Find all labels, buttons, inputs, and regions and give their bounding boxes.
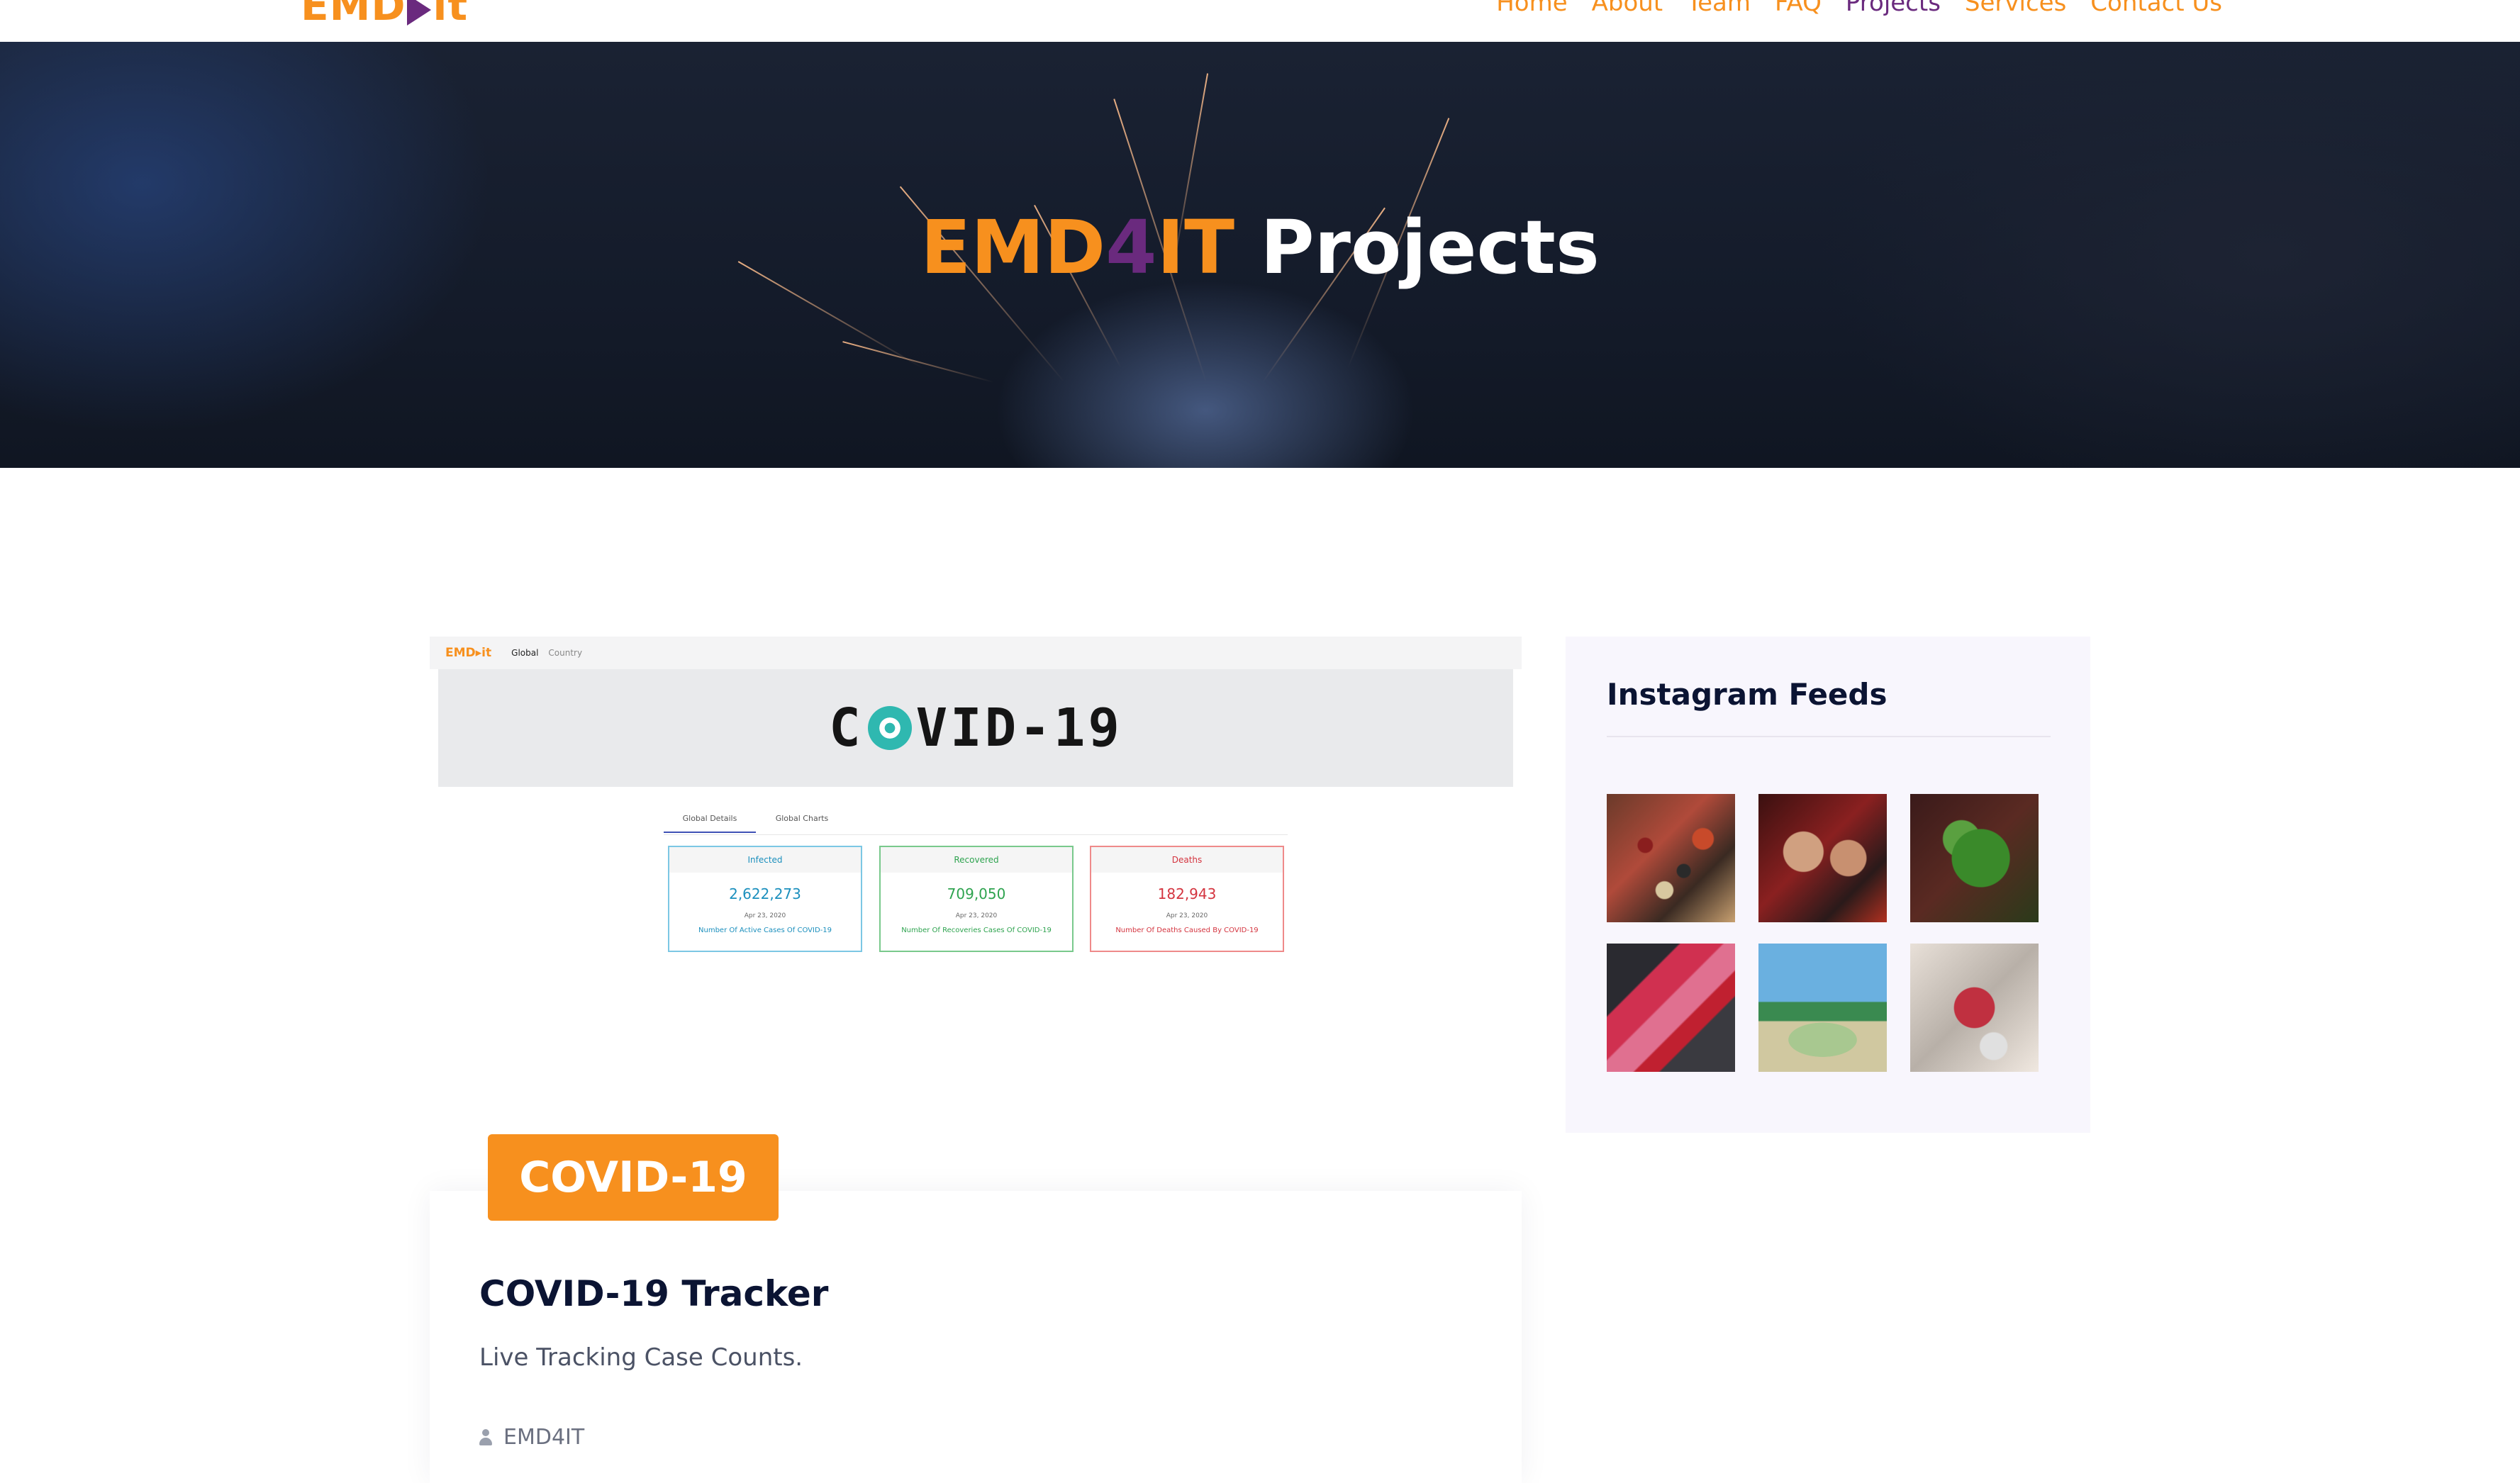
sidebar-divider (1607, 736, 2051, 737)
stat-description: Number Of Recoveries Cases Of COVID-19 (901, 927, 1052, 934)
logo-text-suffix: it (433, 0, 469, 30)
title-rest: Projects (1260, 204, 1600, 291)
instagram-image-herbs[interactable] (1910, 794, 2039, 922)
sidebar-title: Instagram Feeds (1607, 677, 1888, 712)
sidebar-instagram: Instagram Feeds (1566, 637, 2090, 1133)
screenshot-banner-title: C VID-19 (829, 698, 1122, 759)
stat-date: Apr 23, 2020 (955, 912, 998, 919)
tab-global-charts: Global Charts (775, 814, 829, 823)
author-name[interactable]: EMD4IT (503, 1423, 584, 1452)
nav-team[interactable]: Team (1687, 0, 1751, 17)
nav-faq[interactable]: FAQ (1775, 0, 1822, 17)
stat-value: 182,943 (1157, 885, 1217, 902)
stat-card-infected: Infected 2,622,273 Apr 23, 2020 Number O… (668, 846, 862, 952)
title-org-b: 4 (1105, 204, 1157, 291)
main-nav: Home About Team FAQ Projects Services Co… (1496, 0, 2222, 17)
user-icon (479, 1429, 492, 1446)
nav-contact-us[interactable]: Contact Us (2090, 0, 2222, 17)
stat-card-recovered: Recovered 709,050 Apr 23, 2020 Number Of… (879, 846, 1074, 952)
nav-services[interactable]: Services (1965, 0, 2066, 17)
tab-divider (664, 834, 1288, 835)
instagram-image-peppercorns[interactable] (1607, 794, 1735, 922)
stat-description: Number Of Deaths Caused By COVID-19 (1115, 927, 1259, 934)
hero-banner: EMD4IT Projects (0, 42, 2520, 468)
screenshot-nav-global: Global (511, 648, 539, 658)
stat-card-deaths: Deaths 182,943 Apr 23, 2020 Number Of De… (1090, 846, 1284, 952)
nav-about[interactable]: About (1592, 0, 1663, 17)
stat-value: 709,050 (947, 885, 1006, 902)
project-description: Live Tracking Case Counts. (479, 1343, 803, 1372)
instagram-image-drink[interactable] (1910, 944, 2039, 1072)
site-logo[interactable]: EMD it (301, 0, 468, 27)
instagram-image-friends[interactable] (1758, 794, 1887, 922)
screenshot-navbar: EMD▸it Global Country (430, 637, 1522, 669)
project-title[interactable]: COVID-19 Tracker (479, 1271, 828, 1316)
project-category-badge[interactable]: COVID-19 (488, 1134, 779, 1221)
tab-global-details: Global Details (664, 814, 756, 833)
title-org-c: IT (1156, 204, 1235, 291)
nav-home[interactable]: Home (1496, 0, 1567, 17)
instagram-image-paint-brush[interactable] (1607, 944, 1735, 1072)
stat-label: Deaths (1091, 847, 1283, 873)
banner-text-left: C (829, 698, 864, 759)
instagram-image-van-beach[interactable] (1758, 944, 1887, 1072)
logo-text: EMD (301, 0, 406, 30)
screenshot-nav-country: Country (548, 648, 583, 658)
banner-text-right: VID-19 (915, 698, 1122, 759)
screenshot-tabs: Global Details Global Charts (664, 814, 848, 833)
stat-date: Apr 23, 2020 (1166, 912, 1208, 919)
screenshot-banner: C VID-19 (438, 669, 1513, 787)
title-org-a: EMD (920, 204, 1106, 291)
top-navbar: EMD it Home About Team FAQ Projects Servi… (0, 0, 2520, 42)
stat-date: Apr 23, 2020 (744, 912, 786, 919)
project-author: EMD4IT (479, 1423, 584, 1452)
screenshot-logo: EMD▸it (445, 646, 492, 660)
page-title: EMD4IT Projects (0, 205, 2520, 290)
stat-description: Number Of Active Cases Of COVID-19 (698, 927, 832, 934)
project-screenshot[interactable]: EMD▸it Global Country C VID-19 Global Det… (430, 637, 1522, 1034)
project-card-body (430, 1191, 1522, 1483)
stat-label: Recovered (881, 847, 1072, 873)
nav-projects[interactable]: Projects (1846, 0, 1941, 17)
stat-value: 2,622,273 (729, 885, 801, 902)
stat-label: Infected (669, 847, 861, 873)
play-triangle-icon (407, 0, 432, 26)
virus-icon (867, 706, 912, 750)
